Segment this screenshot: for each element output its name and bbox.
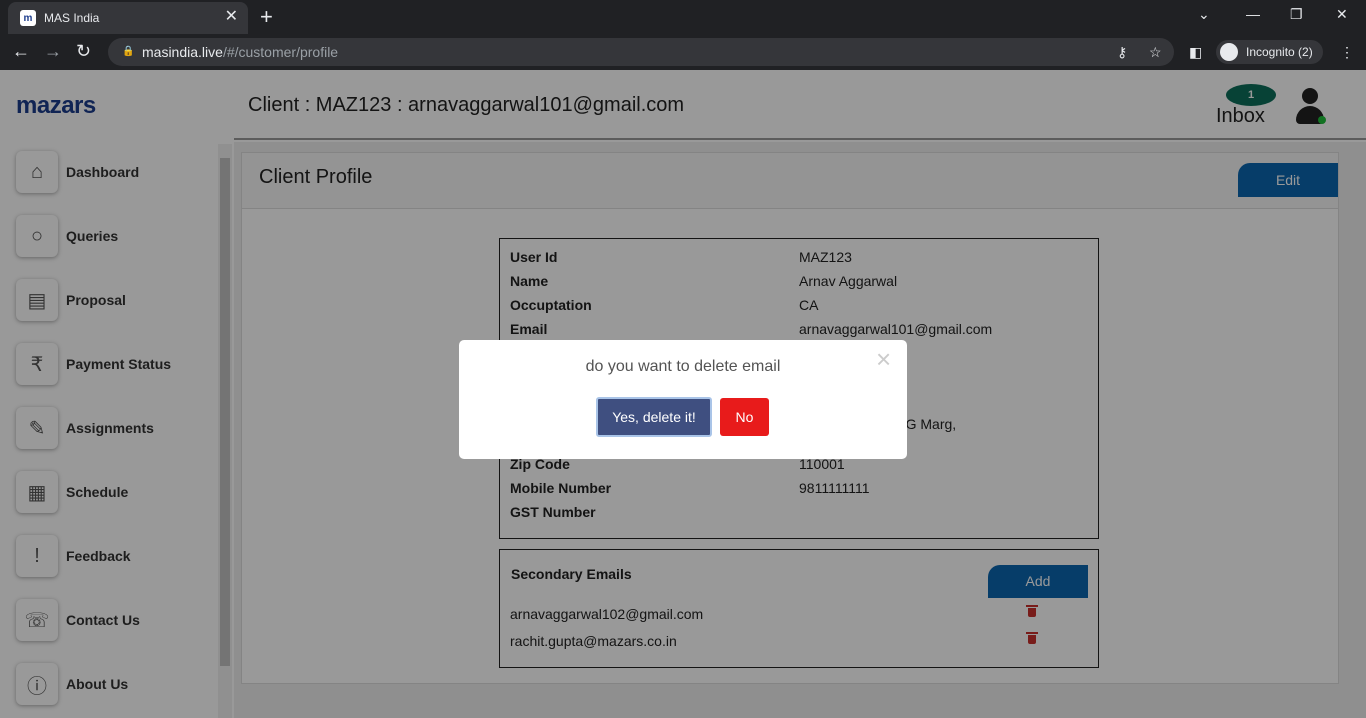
restore-icon[interactable]: ❐: [1290, 6, 1303, 23]
address-bar[interactable]: 🔒 masindia.live /#/customer/profile: [108, 38, 1174, 66]
minimize-icon[interactable]: —: [1246, 6, 1260, 22]
new-tab-icon[interactable]: +: [260, 6, 273, 28]
browser-tab[interactable]: m MAS India ✕: [8, 2, 248, 34]
tab-close-icon[interactable]: ✕: [225, 9, 238, 25]
incognito-icon: [1220, 43, 1238, 61]
forward-icon[interactable]: →: [44, 40, 62, 62]
confirm-delete-dialog: do you want to delete email × Yes, delet…: [459, 340, 907, 459]
url-path: /#/customer/profile: [222, 44, 339, 60]
close-icon[interactable]: ×: [876, 346, 891, 372]
url-host: masindia.live: [142, 44, 223, 60]
browser-chrome: m MAS India ✕ + ⌄ — ❐ ✕ ← → ↻ 🔒 masindia…: [0, 0, 1366, 70]
key-icon[interactable]: ⚷: [1117, 44, 1127, 61]
incognito-label: Incognito (2): [1246, 45, 1313, 59]
lock-icon: 🔒: [122, 46, 135, 57]
dialog-message: do you want to delete email: [585, 358, 781, 375]
tab-search-icon[interactable]: ⌄: [1198, 6, 1210, 23]
menu-kebab-icon[interactable]: ⋮: [1340, 44, 1354, 61]
confirm-delete-button[interactable]: Yes, delete it!: [596, 397, 712, 437]
incognito-indicator[interactable]: Incognito (2): [1216, 40, 1323, 64]
site-favicon-icon: m: [20, 10, 36, 26]
back-icon[interactable]: ←: [12, 40, 30, 62]
reload-icon[interactable]: ↻: [76, 40, 91, 62]
side-panel-icon[interactable]: ◧: [1189, 44, 1202, 61]
cancel-button[interactable]: No: [720, 398, 769, 436]
bookmark-star-icon[interactable]: ☆: [1149, 44, 1162, 61]
tab-title: MAS India: [44, 11, 100, 25]
window-close-icon[interactable]: ✕: [1336, 6, 1348, 23]
